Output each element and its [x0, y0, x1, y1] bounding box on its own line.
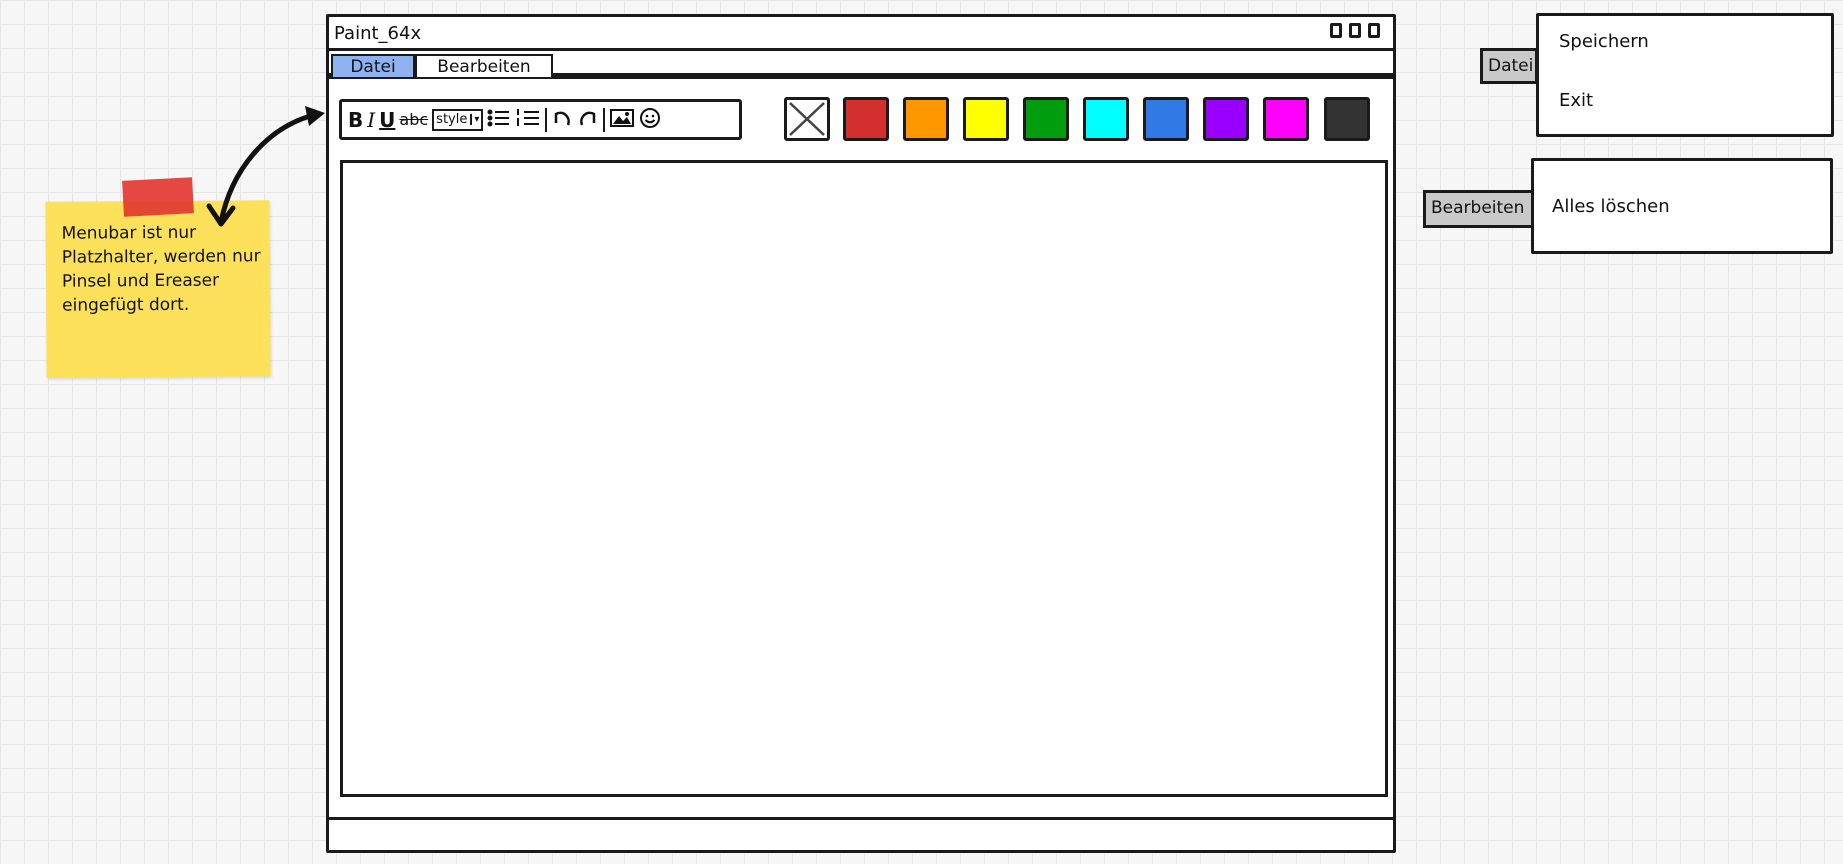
image-icon[interactable] [609, 107, 635, 132]
formatting-toolbar: B I U abc style ▾ [339, 99, 742, 140]
menu-item-alles-loeschen[interactable]: Alles löschen [1552, 196, 1670, 217]
drawing-canvas[interactable] [340, 160, 1388, 797]
style-dropdown[interactable]: style ▾ [432, 108, 484, 131]
bold-icon[interactable]: B [348, 110, 363, 130]
datei-tab-label: Datei [1480, 48, 1538, 84]
color-swatch-cyan[interactable] [1083, 97, 1129, 141]
color-swatch-black[interactable] [1324, 97, 1370, 141]
redo-icon[interactable] [577, 107, 599, 132]
title-bar: Paint_64x [329, 17, 1393, 51]
sticky-note-text: Menubar ist nur Platzhalter, werden nur … [61, 222, 261, 316]
sticky-note-tape [122, 177, 194, 217]
style-dropdown-label: style [436, 112, 468, 127]
close-icon[interactable] [1368, 23, 1380, 38]
color-swatch-red[interactable] [843, 97, 889, 141]
bulleted-list-icon[interactable] [487, 107, 511, 132]
app-window: Paint_64x Datei Bearbeiten B I U abc sty… [326, 14, 1396, 853]
numbered-list-icon[interactable] [515, 107, 541, 132]
menu-item-speichern[interactable]: Speichern [1559, 31, 1649, 52]
status-bar [329, 817, 1393, 850]
bearbeiten-tab-label: Bearbeiten [1423, 190, 1536, 228]
chevron-down-icon: ▾ [470, 114, 479, 125]
color-swatch-purple[interactable] [1203, 97, 1249, 141]
color-swatch-yellow[interactable] [963, 97, 1009, 141]
annotation-arrow-icon [206, 106, 325, 227]
toolbar-divider [545, 107, 548, 132]
menu-datei[interactable]: Datei [331, 54, 415, 77]
italic-icon[interactable]: I [367, 110, 375, 130]
datei-dropdown: Speichern Exit [1536, 13, 1834, 137]
menu-item-exit[interactable]: Exit [1559, 90, 1593, 111]
window-title: Paint_64x [334, 23, 422, 44]
strikethrough-icon[interactable]: abc [399, 111, 428, 128]
color-swatch-magenta[interactable] [1263, 97, 1309, 141]
emoji-icon[interactable] [639, 107, 661, 132]
color-swatch-orange[interactable] [903, 97, 949, 141]
maximize-icon[interactable] [1349, 23, 1361, 38]
undo-icon[interactable] [551, 107, 573, 132]
menu-bar: Datei Bearbeiten [329, 51, 1393, 79]
menu-bearbeiten[interactable]: Bearbeiten [415, 54, 553, 77]
color-swatch-green[interactable] [1023, 97, 1069, 141]
underline-icon[interactable]: U [379, 110, 395, 130]
minimize-icon[interactable] [1330, 23, 1342, 38]
color-swatch-blue[interactable] [1143, 97, 1189, 141]
bearbeiten-dropdown: Alles löschen [1531, 158, 1833, 254]
color-swatch-none[interactable] [784, 97, 830, 141]
toolbar-divider [603, 107, 606, 132]
